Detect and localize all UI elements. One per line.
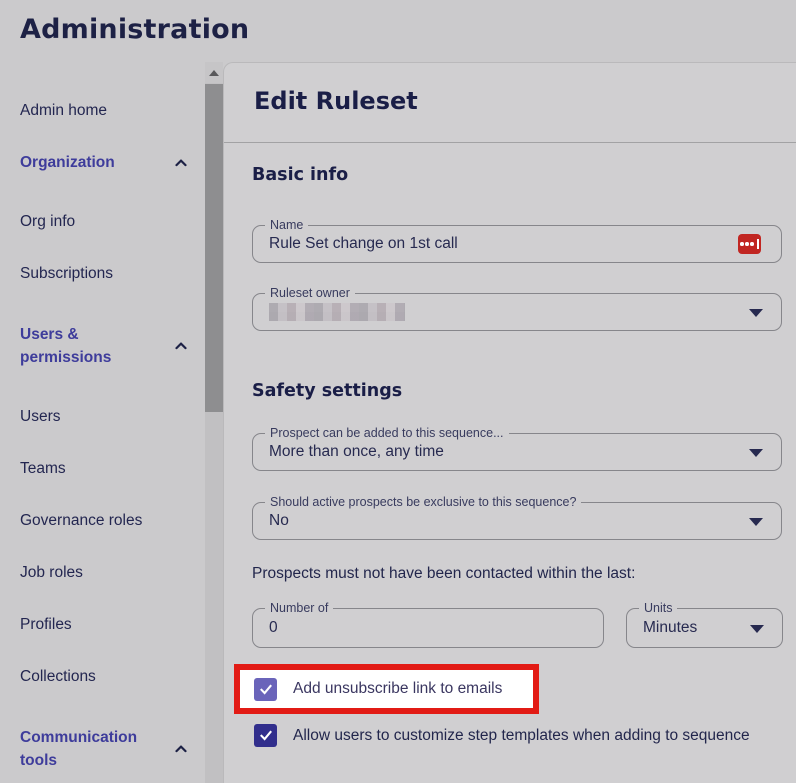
sidebar-item-users-permissions[interactable]: Users & permissions: [0, 323, 205, 369]
number-of-value: 0: [269, 619, 278, 636]
units-select[interactable]: Units Minutes: [626, 601, 783, 648]
check-icon: [259, 730, 272, 741]
customize-checkbox[interactable]: [254, 724, 277, 747]
prospect-added-value: More than once, any time: [269, 443, 444, 460]
unsubscribe-checkbox[interactable]: [254, 677, 277, 701]
caret-down-icon: [749, 449, 763, 457]
ruleset-owner-select[interactable]: Ruleset owner: [252, 286, 782, 331]
name-input-value: Rule Set change on 1st call: [269, 235, 458, 252]
page-title: Administration: [20, 14, 250, 45]
sidebar-item-admin-home[interactable]: Admin home: [0, 101, 205, 120]
chevron-up-icon: [175, 342, 187, 350]
caret-down-icon: [749, 518, 763, 526]
contacted-within-label: Prospects must not have been contacted w…: [252, 565, 636, 582]
basic-info-heading: Basic info: [252, 165, 349, 185]
name-input-label: Name: [265, 218, 309, 232]
prospect-added-select[interactable]: Prospect can be added to this sequence..…: [252, 426, 782, 471]
unsubscribe-checkbox-row[interactable]: Add unsubscribe link to emails: [240, 677, 503, 701]
scrollbar-track[interactable]: [205, 62, 223, 783]
ruleset-owner-label: Ruleset owner: [265, 286, 355, 300]
sidebar-item-profiles[interactable]: Profiles: [0, 615, 205, 634]
exclusive-select[interactable]: Should active prospects be exclusive to …: [252, 495, 782, 540]
sidebar-item-teams[interactable]: Teams: [0, 459, 205, 478]
exclusive-label: Should active prospects be exclusive to …: [265, 495, 582, 509]
sidebar-item-job-roles[interactable]: Job roles: [0, 563, 205, 582]
prospect-added-label: Prospect can be added to this sequence..…: [265, 426, 509, 440]
divider: [224, 142, 796, 143]
sidebar-item-users[interactable]: Users: [0, 407, 205, 426]
name-input[interactable]: Name Rule Set change on 1st call: [252, 218, 782, 263]
sidebar-item-subscriptions[interactable]: Subscriptions: [0, 264, 205, 283]
edit-ruleset-panel: Edit Ruleset Basic info Name Rule Set ch…: [223, 62, 796, 783]
highlight-box: Add unsubscribe link to emails: [234, 664, 539, 714]
customize-checkbox-label: Allow users to customize step templates …: [293, 726, 750, 744]
lastpass-icon[interactable]: [738, 234, 761, 254]
unsubscribe-checkbox-label: Add unsubscribe link to emails: [293, 680, 503, 697]
chevron-up-icon: [175, 745, 187, 753]
sidebar-item-organization[interactable]: Organization: [0, 153, 205, 172]
units-value: Minutes: [643, 619, 698, 636]
customize-checkbox-row[interactable]: Allow users to customize step templates …: [254, 724, 750, 747]
safety-settings-heading: Safety settings: [252, 381, 403, 401]
scroll-up-arrow-icon[interactable]: [205, 62, 223, 83]
number-of-input[interactable]: Number of 0: [252, 601, 604, 648]
check-icon: [259, 684, 272, 695]
exclusive-value: No: [269, 512, 289, 529]
sidebar: Admin home Organization Org info Subscri…: [0, 62, 205, 783]
caret-down-icon: [750, 625, 764, 633]
redacted-owner-value: [269, 303, 405, 321]
number-of-label: Number of: [265, 601, 334, 615]
caret-down-icon: [749, 309, 763, 317]
scrollbar-thumb[interactable]: [205, 84, 223, 412]
sidebar-item-collections[interactable]: Collections: [0, 667, 205, 686]
sidebar-item-governance-roles[interactable]: Governance roles: [0, 511, 205, 530]
units-label: Units: [639, 601, 678, 615]
panel-title: Edit Ruleset: [254, 87, 418, 115]
sidebar-item-communication-tools[interactable]: Communication tools: [0, 726, 205, 772]
sidebar-item-org-info[interactable]: Org info: [0, 212, 205, 231]
chevron-up-icon: [175, 158, 187, 166]
